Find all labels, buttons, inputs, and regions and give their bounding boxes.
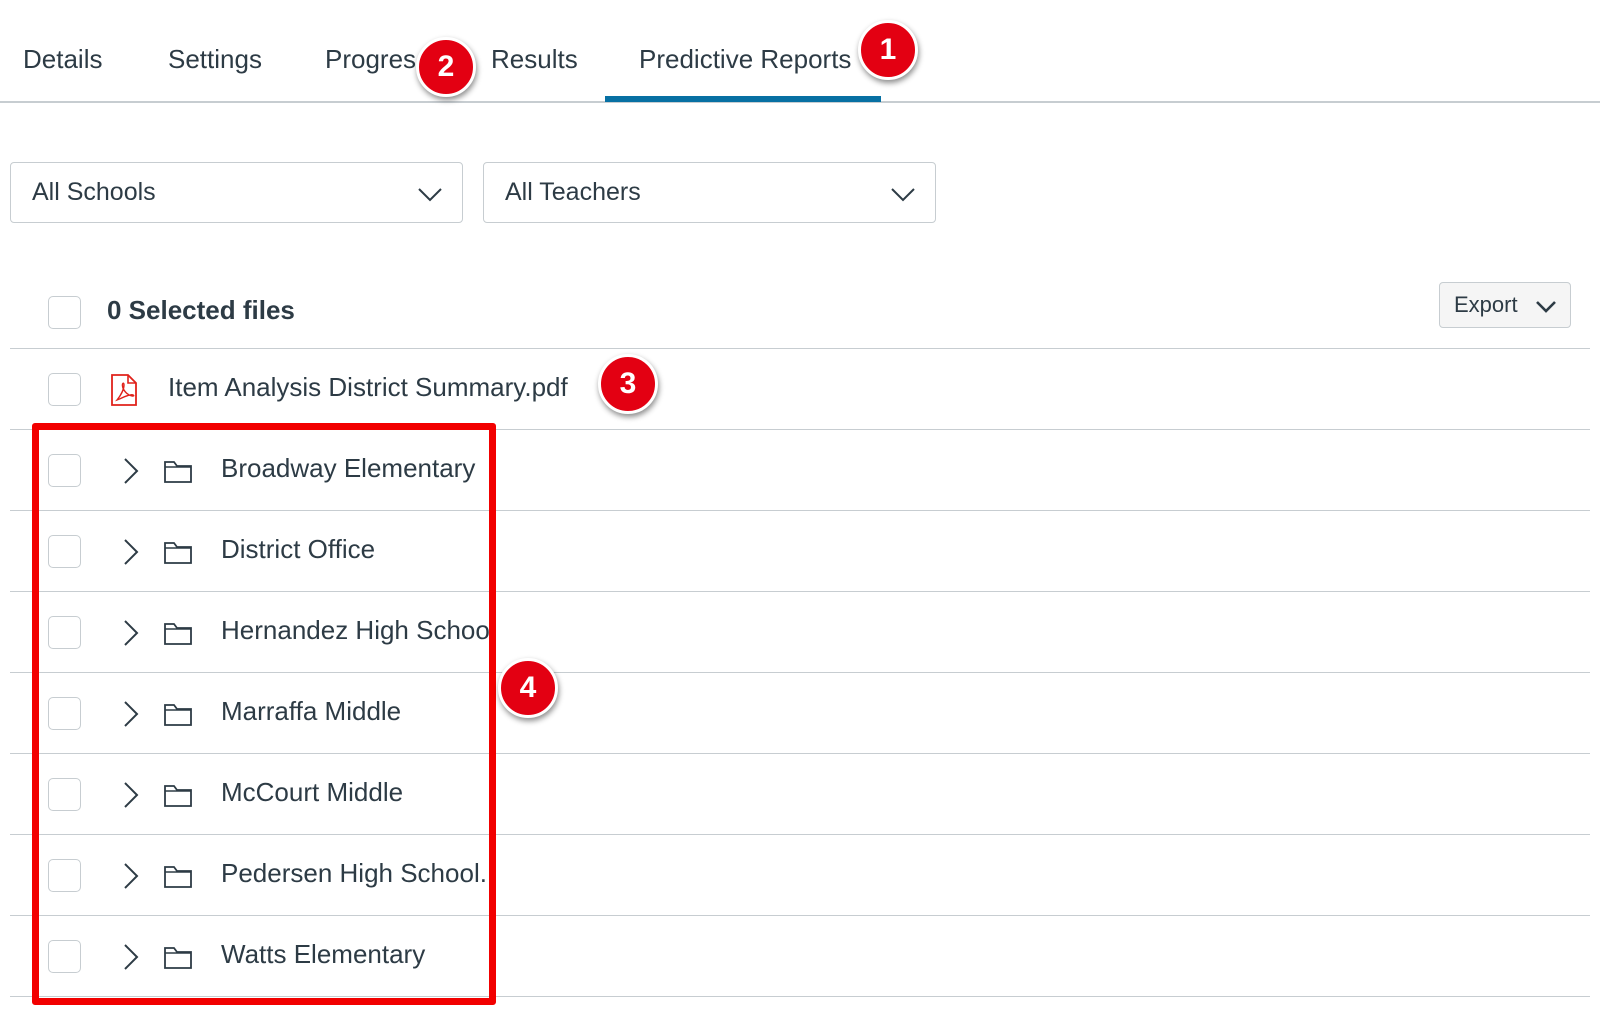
teacher-filter-select[interactable]: All Teachers [483, 162, 936, 223]
teacher-filter-value: All Teachers [505, 178, 641, 206]
chevron-down-icon [418, 188, 442, 202]
callout-badge-3: 3 [598, 354, 658, 414]
export-button[interactable]: Export [1439, 282, 1571, 328]
tab-settings[interactable]: Settings [168, 44, 262, 75]
tab-predictive-reports[interactable]: Predictive Reports [639, 44, 851, 75]
export-button-label: Export [1454, 292, 1518, 317]
file-name[interactable]: Item Analysis District Summary.pdf [168, 372, 568, 403]
tab-progress[interactable]: Progres [325, 44, 416, 75]
chevron-down-icon [1536, 301, 1556, 313]
chevron-down-icon [891, 188, 915, 202]
folders-highlight-box [32, 423, 496, 1005]
tab-results[interactable]: Results [491, 44, 578, 75]
callout-badge-4: 4 [498, 658, 558, 718]
page: Details Settings Progres Results Predict… [0, 0, 1600, 1016]
school-filter-value: All Schools [32, 178, 156, 206]
tab-bar: Details Settings Progres Results Predict… [0, 0, 1600, 103]
tab-details[interactable]: Details [23, 44, 102, 75]
active-tab-indicator [605, 96, 881, 102]
select-all-checkbox[interactable] [48, 296, 81, 329]
school-filter-select[interactable]: All Schools [10, 162, 463, 223]
callout-badge-2: 2 [416, 37, 476, 97]
selected-files-count: 0 Selected files [107, 295, 295, 325]
file-row[interactable]: Item Analysis District Summary.pdf [10, 349, 1590, 430]
file-list-header: 0 Selected files Export [10, 282, 1590, 349]
file-checkbox[interactable] [48, 373, 81, 406]
pdf-icon [111, 374, 137, 406]
callout-badge-1: 1 [858, 20, 918, 80]
